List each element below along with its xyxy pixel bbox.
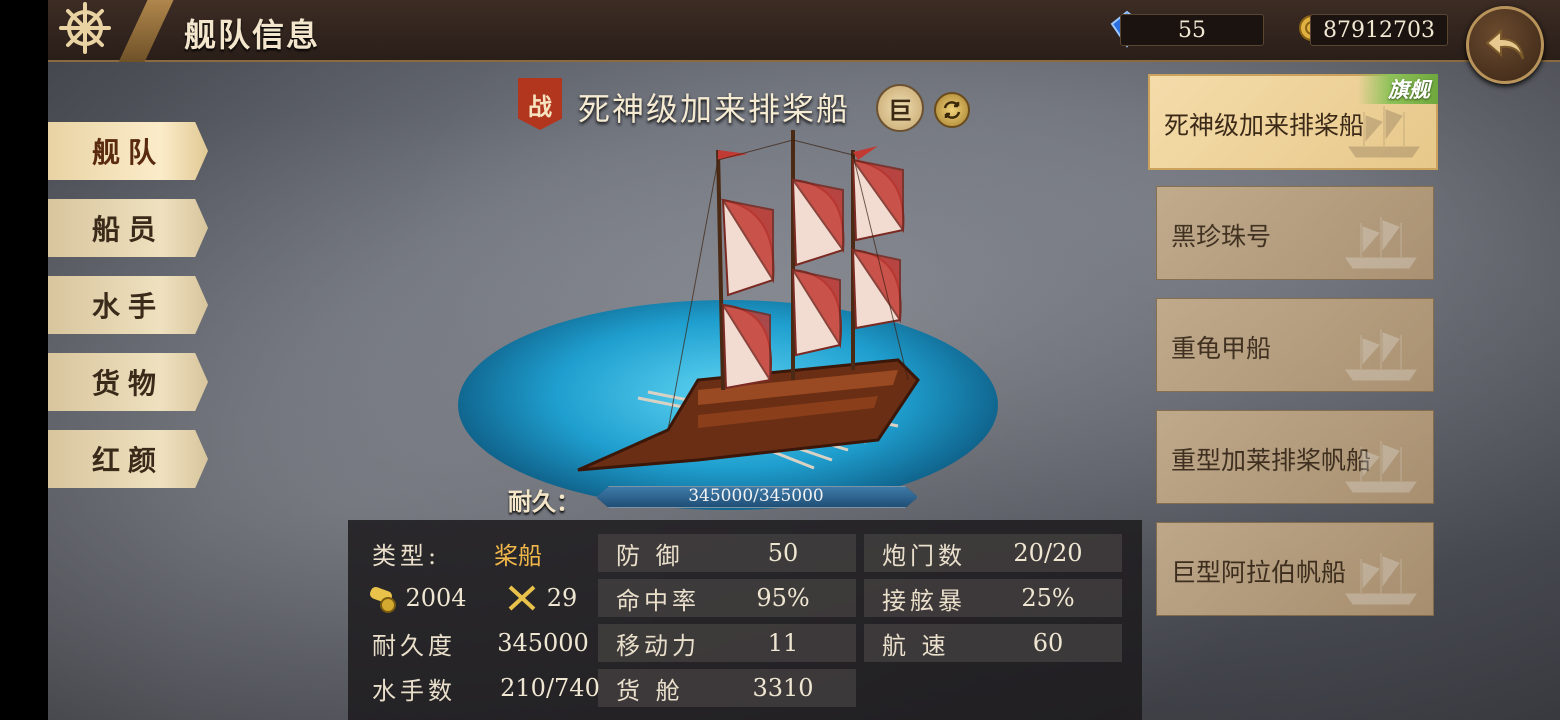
crossed-swords-icon: [506, 579, 538, 617]
ship-silhouette-icon: [1345, 217, 1417, 269]
cargo-value: 3310: [752, 674, 814, 702]
flagship-tag: 旗舰: [1358, 74, 1438, 104]
ship-silhouette-icon: [1348, 106, 1420, 158]
top-bar: 舰队信息 55 87912703: [48, 0, 1560, 62]
fleet-ship-name: 重龟甲船: [1171, 334, 1272, 363]
fleet-ship-card[interactable]: 重龟甲船: [1156, 298, 1434, 392]
ship-size-badge: 巨: [876, 84, 924, 132]
defense-label: 防 御: [616, 541, 684, 570]
ship-wheel-icon: [54, 0, 116, 56]
nav-tab-companions[interactable]: 红颜: [48, 430, 208, 488]
ship-model: [548, 130, 928, 484]
hit-rate-value: 95%: [756, 584, 810, 612]
gunports-label: 炮门数: [882, 541, 966, 570]
nav-tab-crew[interactable]: 船员: [48, 199, 208, 257]
swap-ship-icon[interactable]: [934, 92, 970, 128]
ship-name-title: 死神级加来排桨船: [578, 90, 851, 128]
speed-label: 航 速: [882, 631, 950, 660]
nav-tab-sailors[interactable]: 水手: [48, 276, 208, 334]
type-value: 桨船: [494, 541, 542, 570]
ship-silhouette-icon: [1345, 553, 1417, 605]
back-button[interactable]: [1466, 6, 1544, 84]
durability-label: 耐久：: [508, 487, 580, 516]
ship-stats-panel: 类型: 桨船 2004 29 耐久度 345000 水手数 210/740 防 …: [348, 520, 1142, 720]
cargo-label: 货 舱: [616, 676, 684, 705]
ship-silhouette-icon: [1345, 329, 1417, 381]
ship-silhouette-icon: [1345, 441, 1417, 493]
hit-rate-label: 命中率: [616, 586, 700, 615]
nav-tab-fleet[interactable]: 舰队: [48, 122, 208, 180]
page-title: 舰队信息: [184, 16, 321, 54]
fleet-ship-card[interactable]: 死神级加来排桨船 旗舰: [1148, 74, 1438, 170]
durability-value: 345000/345000: [688, 486, 824, 506]
back-arrow-icon: [1485, 28, 1524, 60]
title-divider: [118, 0, 176, 62]
nav-tab-cargo[interactable]: 货物: [48, 353, 208, 411]
melee-value: 29: [546, 584, 578, 612]
boarding-value: 25%: [1021, 584, 1075, 612]
mobility-value: 11: [767, 629, 799, 657]
durability-stat-label: 耐久度: [372, 631, 456, 660]
gunports-value: 20/20: [1013, 539, 1083, 567]
fleet-ship-card[interactable]: 黑珍珠号: [1156, 186, 1434, 280]
fleet-ship-card[interactable]: 重型加莱排桨帆船: [1156, 410, 1434, 504]
game-screen: 舰队信息 55 87912703 舰队 船员 水手 货物 红颜 战 死神级加来排…: [48, 0, 1560, 720]
cannon-icon: [368, 579, 404, 617]
speed-value: 60: [1032, 629, 1064, 657]
type-label: 类型:: [372, 541, 441, 570]
sailors-value: 210/740: [500, 674, 600, 702]
boarding-label: 接舷暴: [882, 586, 966, 615]
defense-value: 50: [767, 539, 799, 567]
fleet-ship-name: 巨型阿拉伯帆船: [1171, 558, 1347, 587]
gem-counter: 55: [1120, 14, 1264, 46]
durability-stat-value: 345000: [497, 629, 589, 657]
cannon-value: 2004: [405, 584, 467, 612]
gold-counter: 87912703: [1310, 14, 1448, 46]
sailors-label: 水手数: [372, 676, 456, 705]
fleet-ship-name: 黑珍珠号: [1171, 222, 1272, 251]
mobility-label: 移动力: [616, 631, 700, 660]
fleet-ship-name: 死神级加来排桨船: [1164, 111, 1365, 140]
fleet-ship-card[interactable]: 巨型阿拉伯帆船: [1156, 522, 1434, 616]
